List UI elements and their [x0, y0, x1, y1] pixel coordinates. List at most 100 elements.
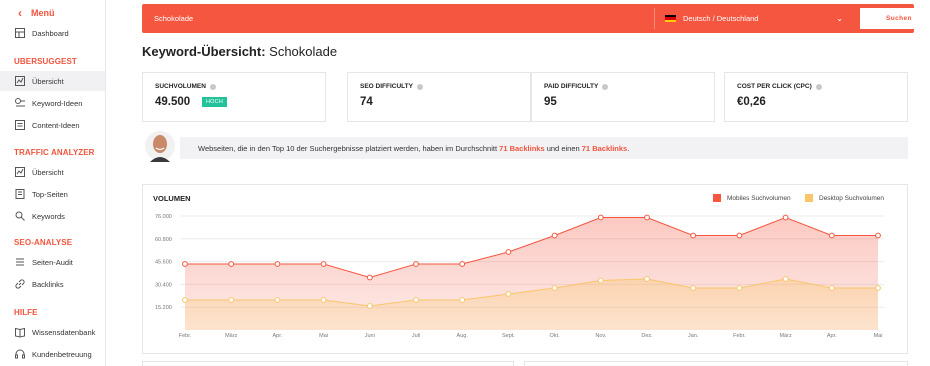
- x-tick-label: Mai: [319, 333, 328, 339]
- tip-text-before: Webseiten, die in den Top 10 der Sucherg…: [198, 143, 498, 153]
- overview-icon: [14, 75, 26, 87]
- backlink-tip: Webseiten, die in den Top 10 der Sucherg…: [180, 137, 908, 159]
- search-bar: Deutsch / Deutschland ⌄ Suchen: [142, 4, 930, 33]
- language-select[interactable]: Deutsch / Deutschland ⌄: [654, 8, 850, 29]
- sidebar-item-label: Wissensdatenbank: [32, 327, 96, 337]
- sidebar-item-top-seiten[interactable]: Top-Seiten: [0, 184, 105, 204]
- overview-icon: [14, 166, 26, 178]
- volume-chart-card: VOLUMEN Mobiles Suchvolumen Desktop Such…: [142, 184, 908, 354]
- sidebar-item-label: Keywords: [32, 211, 65, 221]
- sidebar-item-übersicht[interactable]: Übersicht: [0, 162, 105, 182]
- data-point: [413, 297, 419, 303]
- keywords-icon: [14, 210, 26, 222]
- x-tick-label: Dez.: [641, 333, 653, 339]
- x-tick-label: Febr.: [733, 333, 746, 339]
- data-point: [320, 297, 327, 303]
- sidebar-item-label: Seiten-Audit: [32, 257, 73, 267]
- data-point: [736, 232, 743, 239]
- sidebar-item-label: Content-Ideen: [32, 120, 80, 130]
- sidebar-item-dashboard[interactable]: Dashboard: [0, 23, 105, 43]
- data-point: [366, 303, 373, 309]
- volume-level-badge: HOCH: [202, 97, 227, 107]
- data-point: [875, 285, 881, 291]
- sidebar-item-label: Top-Seiten: [32, 189, 68, 199]
- tip-highlight-backlinks: 71 Backlinks: [581, 143, 628, 153]
- sidebar-item-label: Backlinks: [32, 279, 64, 289]
- sidebar-item-content-ideen[interactable]: Content-Ideen: [0, 115, 105, 135]
- sidebar-item-seiten-audit[interactable]: Seiten-Audit: [0, 252, 105, 272]
- bottom-card-left: [142, 361, 514, 366]
- data-point: [597, 277, 604, 284]
- menu-back-button[interactable]: ‹ Menü: [18, 7, 55, 19]
- metric-value: 49.500: [155, 96, 191, 108]
- metric-value: 74: [360, 96, 373, 108]
- sidebar-item-label: Übersicht: [32, 167, 64, 177]
- content-ideas-icon: [14, 119, 26, 131]
- info-icon[interactable]: [602, 83, 609, 90]
- data-point: [828, 285, 835, 291]
- sidebar-section-title: TRAFFIC ANALYZER: [14, 148, 95, 157]
- knowledge-base-icon: [14, 326, 26, 338]
- data-point: [782, 276, 789, 282]
- sidebar-item-label: Kundenbetreuung: [32, 349, 92, 359]
- bottom-card-right: [524, 361, 908, 366]
- main-content: Deutsch / Deutschland ⌄ Suchen Keyword-Ü…: [106, 0, 930, 366]
- keyword-search-input[interactable]: [146, 8, 622, 29]
- y-tick-label: 45.600: [155, 260, 172, 266]
- dashboard-icon: [14, 27, 26, 39]
- data-point: [690, 232, 697, 239]
- x-tick-label: Febr.: [179, 333, 192, 339]
- info-icon[interactable]: [416, 83, 423, 90]
- data-point: [551, 285, 558, 291]
- search-button[interactable]: Suchen: [860, 8, 930, 29]
- data-point: [644, 214, 650, 221]
- metric-label: SUCHVOLUMEN: [155, 83, 206, 90]
- data-point: [875, 232, 881, 239]
- sidebar-item-backlinks[interactable]: Backlinks: [0, 274, 105, 294]
- sidebar-item-kundenbetreuung[interactable]: Kundenbetreuung: [0, 344, 105, 364]
- data-point: [228, 297, 235, 303]
- x-tick-label: Jan.: [688, 333, 699, 339]
- metric-label: PAID DIFFICULTY: [544, 83, 599, 90]
- metric-value: €0,26: [737, 96, 766, 108]
- sidebar-item-keywords[interactable]: Keywords: [0, 206, 105, 226]
- y-tick-label: 15.200: [155, 305, 172, 311]
- data-point: [644, 276, 650, 282]
- support-icon: [14, 348, 26, 360]
- data-point: [459, 297, 466, 303]
- keyword-ideas-icon: [14, 97, 26, 109]
- sidebar-item-übersicht[interactable]: Übersicht: [0, 71, 105, 91]
- sidebar-item-label: Dashboard: [32, 28, 69, 38]
- x-tick-label: Okt.: [550, 333, 561, 339]
- info-icon[interactable]: [209, 83, 216, 90]
- sidebar-item-label: Übersicht: [32, 76, 64, 86]
- y-tick-label: 76.000: [155, 214, 172, 220]
- sidebar-item-wissensdatenbank[interactable]: Wissensdatenbank: [0, 322, 105, 342]
- backlinks-icon: [14, 278, 26, 290]
- chevron-down-icon: ⌄: [836, 14, 843, 23]
- data-point: [274, 297, 281, 303]
- page-title-prefix: Keyword-Übersicht:: [142, 44, 266, 59]
- metric-card-cpc: COST PER CLICK (CPC) €0,26: [724, 72, 908, 122]
- data-point: [320, 261, 327, 267]
- data-point: [182, 261, 188, 267]
- data-point: [736, 285, 743, 291]
- metric-value: 95: [544, 96, 557, 108]
- sidebar-section-title: HILFE: [14, 308, 38, 317]
- data-point: [182, 297, 188, 303]
- x-tick-label: März: [779, 333, 791, 339]
- metric-label: COST PER CLICK (CPC): [737, 83, 812, 90]
- y-tick-label: 30.400: [155, 282, 172, 288]
- language-select-value: Deutsch / Deutschland: [683, 14, 759, 23]
- info-icon[interactable]: [815, 83, 822, 90]
- sidebar-item-keyword-ideen[interactable]: Keyword-Ideen: [0, 93, 105, 113]
- advisor-avatar: [145, 131, 175, 162]
- data-point: [505, 291, 512, 297]
- data-point: [690, 285, 697, 291]
- tip-highlight-backlinks: 71 Backlinks: [499, 143, 545, 153]
- app-root: ‹ Menü Dashboard UBERSUGGEST Übersicht Keyw…: [0, 0, 930, 366]
- data-point: [828, 232, 835, 239]
- x-tick-label: Juni: [365, 333, 375, 339]
- metric-card-search-volume: SUCHVOLUMEN 49.500 HOCH: [142, 72, 326, 122]
- x-tick-label: Aug.: [457, 333, 469, 339]
